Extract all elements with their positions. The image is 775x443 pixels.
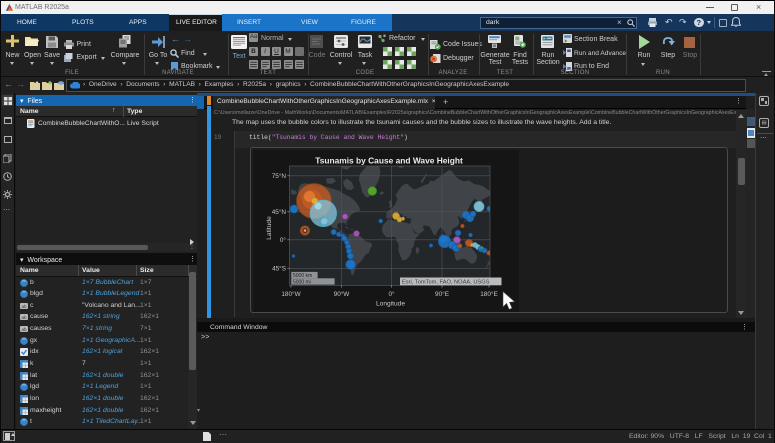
svg-text:90°E: 90°E bbox=[435, 290, 449, 298]
svg-text:0°: 0° bbox=[388, 290, 395, 298]
svg-text:180°E: 180°E bbox=[480, 290, 497, 298]
svg-text:45°S: 45°S bbox=[272, 265, 286, 273]
svg-text:ab: ab bbox=[21, 327, 27, 332]
svg-text:180°W: 180°W bbox=[281, 290, 301, 298]
svg-text:0°: 0° bbox=[280, 236, 287, 244]
svg-text:ab: ab bbox=[21, 315, 27, 320]
svg-text:5000 km: 5000 km bbox=[293, 273, 312, 279]
svg-text:90°W: 90°W bbox=[334, 290, 351, 298]
svg-text:Esri, TomTom, FAO, NOAA, USGS: Esri, TomTom, FAO, NOAA, USGS bbox=[402, 280, 490, 286]
svg-text:75°N: 75°N bbox=[272, 172, 287, 180]
svg-text:5000 mi: 5000 mi bbox=[293, 279, 311, 285]
svg-text:Tsunamis by Cause and Wave Hei: Tsunamis by Cause and Wave Height bbox=[315, 156, 463, 166]
svg-text:45°N: 45°N bbox=[272, 208, 287, 216]
svg-text:Longitude: Longitude bbox=[376, 301, 405, 308]
svg-text:ab: ab bbox=[21, 304, 27, 309]
svg-text:Latitude: Latitude bbox=[266, 216, 273, 240]
